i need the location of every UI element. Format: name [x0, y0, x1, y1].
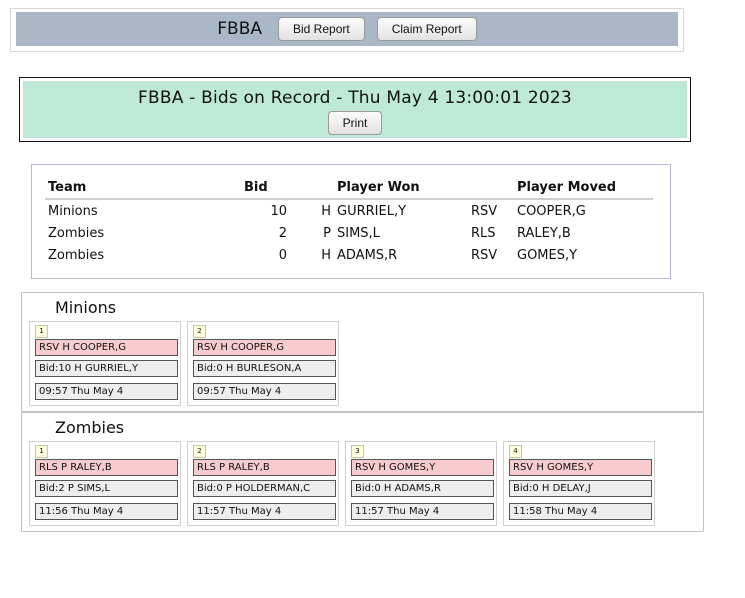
cell-team: Zombies [48, 247, 105, 263]
cell-pos: H [321, 247, 331, 263]
report-header-frame: FBBA - Bids on Record - Thu May 4 13:00:… [19, 77, 691, 142]
cell-player-won: GURRIEL,Y [337, 203, 407, 219]
top-nav-frame: FBBA Bid Report Claim Report [10, 8, 684, 52]
bids-table: Team Bid Player Won Player Moved Minions… [45, 178, 653, 266]
bid-card: 3 RSV H GOMES,Y Bid:0 H ADAMS,R 11:57 Th… [345, 441, 497, 526]
team-section-title: Minions [55, 298, 117, 317]
page-title: FBBA - Bids on Record - Thu May 4 13:00:… [138, 88, 572, 108]
table-row: Minions 10 H GURRIEL,Y RSV COOPER,G [45, 199, 653, 222]
bid-card-number: 4 [509, 445, 522, 458]
bid-card-bid: Bid:0 H BURLESON,A [193, 360, 336, 377]
bid-card-move: RSV H GOMES,Y [509, 459, 652, 476]
table-row: Zombies 0 H ADAMS,R RSV GOMES,Y [45, 244, 653, 266]
bid-card-time: 11:58 Thu May 4 [509, 503, 652, 520]
bid-card-move: RLS P RALEY,B [193, 459, 336, 476]
bid-card: 1 RLS P RALEY,B Bid:2 P SIMS,L 11:56 Thu… [29, 441, 181, 526]
bid-card: 2 RSV H COOPER,G Bid:0 H BURLESON,A 09:5… [187, 321, 339, 406]
bid-card-bid: Bid:0 H DELAY,J [509, 480, 652, 497]
bid-report-button[interactable]: Bid Report [278, 17, 365, 41]
column-header-pos [290, 178, 334, 200]
bid-card: 4 RSV H GOMES,Y Bid:0 H DELAY,J 11:58 Th… [503, 441, 655, 526]
cell-pos: H [321, 203, 331, 219]
team-section-minions: Minions 1 RSV H COOPER,G Bid:10 H GURRIE… [21, 292, 704, 412]
bid-card-number: 1 [35, 325, 48, 338]
bids-table-panel: Team Bid Player Won Player Moved Minions… [31, 164, 671, 279]
bid-card-time: 11:57 Thu May 4 [193, 503, 336, 520]
bid-card-number: 1 [35, 445, 48, 458]
bid-card-move: RSV H GOMES,Y [351, 459, 494, 476]
bid-card-time: 09:57 Thu May 4 [193, 383, 336, 400]
bid-card-time: 11:57 Thu May 4 [351, 503, 494, 520]
bid-card-bid: Bid:10 H GURRIEL,Y [35, 360, 178, 377]
cell-team: Zombies [48, 225, 105, 241]
cell-player-moved: COOPER,G [517, 203, 586, 219]
cell-player-won: ADAMS,R [337, 247, 398, 263]
team-section-title: Zombies [55, 418, 125, 437]
column-header-team: Team [45, 178, 241, 200]
bid-card-number: 3 [351, 445, 364, 458]
bid-card-number: 2 [193, 445, 206, 458]
table-row: Zombies 2 P SIMS,L RLS RALEY,B [45, 222, 653, 244]
report-header: FBBA - Bids on Record - Thu May 4 13:00:… [23, 81, 687, 138]
bid-card-bid: Bid:0 H ADAMS,R [351, 480, 494, 497]
bid-card-move: RSV H COOPER,G [35, 339, 178, 356]
cell-bid: 2 [278, 225, 287, 241]
cell-bid: 10 [270, 203, 287, 219]
column-header-player-moved: Player Moved [514, 178, 653, 200]
bid-card: 2 RLS P RALEY,B Bid:0 P HOLDERMAN,C 11:5… [187, 441, 339, 526]
cell-action: RLS [471, 225, 496, 241]
top-nav-bar: FBBA Bid Report Claim Report [16, 12, 678, 46]
bid-card-number: 2 [193, 325, 206, 338]
column-header-player-won: Player Won [334, 178, 468, 200]
bid-card-time: 11:56 Thu May 4 [35, 503, 178, 520]
cell-bid: 0 [278, 247, 287, 263]
app-title: FBBA [217, 19, 262, 39]
cell-player-moved: RALEY,B [517, 225, 571, 241]
bid-card-bid: Bid:2 P SIMS,L [35, 480, 178, 497]
print-button[interactable]: Print [327, 111, 383, 135]
bid-card: 1 RSV H COOPER,G Bid:10 H GURRIEL,Y 09:5… [29, 321, 181, 406]
table-header-row: Team Bid Player Won Player Moved [45, 178, 653, 200]
claim-report-button[interactable]: Claim Report [376, 17, 477, 41]
team-section-zombies: Zombies 1 RLS P RALEY,B Bid:2 P SIMS,L 1… [21, 412, 704, 532]
cell-pos: P [323, 225, 331, 241]
cell-player-moved: GOMES,Y [517, 247, 578, 263]
bid-card-time: 09:57 Thu May 4 [35, 383, 178, 400]
column-header-action [468, 178, 514, 200]
cell-team: Minions [48, 203, 98, 219]
cell-player-won: SIMS,L [337, 225, 380, 241]
cell-action: RSV [471, 247, 498, 263]
column-header-bid: Bid [241, 178, 290, 200]
cell-action: RSV [471, 203, 498, 219]
bid-card-move: RSV H COOPER,G [193, 339, 336, 356]
bid-card-move: RLS P RALEY,B [35, 459, 178, 476]
bid-card-bid: Bid:0 P HOLDERMAN,C [193, 480, 336, 497]
